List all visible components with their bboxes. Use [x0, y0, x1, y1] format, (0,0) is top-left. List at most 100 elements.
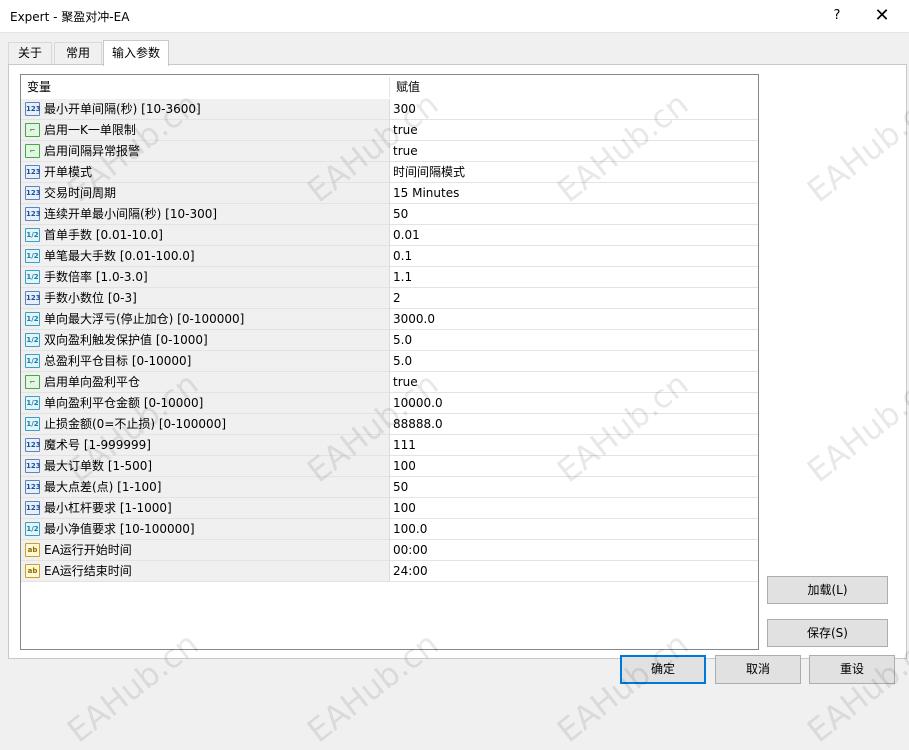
tab-inputs[interactable]: 输入参数 [103, 40, 169, 66]
close-icon[interactable]: ✕ [864, 0, 900, 32]
param-row[interactable]: 1/2 手数倍率 [1.0-3.0] 1.1 [21, 267, 758, 288]
param-row[interactable]: ⌐ 启用一K一单限制 true [21, 120, 758, 141]
param-row[interactable]: 123 最大订单数 [1-500] 100 [21, 456, 758, 477]
param-name: 单向最大浮亏(停止加仓) [0-100000] [44, 312, 245, 326]
param-value[interactable]: 50 [390, 477, 758, 498]
param-value[interactable]: 00:00 [390, 540, 758, 561]
double-type-icon: 1/2 [25, 354, 40, 368]
param-name-cell[interactable]: 123 最小杠杆要求 [1-1000] [21, 498, 390, 519]
param-name-cell[interactable]: 123 开单模式 [21, 162, 390, 183]
param-name: 最小净值要求 [10-100000] [44, 522, 195, 536]
param-name: 连续开单最小间隔(秒) [10-300] [44, 207, 218, 221]
param-row[interactable]: 123 开单模式 时间间隔模式 [21, 162, 758, 183]
param-value[interactable]: true [390, 372, 758, 393]
param-value[interactable]: 100 [390, 456, 758, 477]
param-value[interactable]: 2 [390, 288, 758, 309]
param-value[interactable]: 300 [390, 99, 758, 120]
param-row[interactable]: 123 最大点差(点) [1-100] 50 [21, 477, 758, 498]
parameters-grid[interactable]: 变量 赋值 123 最小开单间隔(秒) [10-3600] 300 ⌐ 启用一K一单限制… [20, 74, 759, 650]
cancel-button[interactable]: 取消 [715, 655, 801, 684]
param-row[interactable]: ab EA运行结束时间 24:00 [21, 561, 758, 582]
param-name-cell[interactable]: 1/2 总盈利平仓目标 [0-10000] [21, 351, 390, 372]
int-type-icon: 123 [25, 207, 41, 221]
param-name-cell[interactable]: 123 交易时间周期 [21, 183, 390, 204]
int-type-icon: 123 [25, 291, 41, 305]
param-row[interactable]: 123 魔术号 [1-999999] 111 [21, 435, 758, 456]
param-value[interactable]: 24:00 [390, 561, 758, 582]
int-type-icon: 123 [25, 102, 41, 116]
string-type-icon: ab [25, 543, 40, 557]
param-name-cell[interactable]: ⌐ 启用间隔异常报警 [21, 141, 390, 162]
param-row[interactable]: ⌐ 启用单向盈利平仓 true [21, 372, 758, 393]
reset-button[interactable]: 重设 [809, 655, 895, 684]
param-row[interactable]: 123 交易时间周期 15 Minutes [21, 183, 758, 204]
param-row[interactable]: 123 最小开单间隔(秒) [10-3600] 300 [21, 99, 758, 120]
param-name-cell[interactable]: 1/2 首单手数 [0.01-10.0] [21, 225, 390, 246]
param-row[interactable]: 1/2 首单手数 [0.01-10.0] 0.01 [21, 225, 758, 246]
param-name-cell[interactable]: 1/2 双向盈利触发保护值 [0-1000] [21, 330, 390, 351]
window-title: Expert - 聚盈对冲-EA [10, 10, 130, 24]
column-header-variable[interactable]: 变量 [21, 75, 387, 99]
param-value[interactable]: 3000.0 [390, 309, 758, 330]
param-name: 最小开单间隔(秒) [10-3600] [44, 102, 201, 116]
param-row[interactable]: ab EA运行开始时间 00:00 [21, 540, 758, 561]
param-row[interactable]: 1/2 最小净值要求 [10-100000] 100.0 [21, 519, 758, 540]
param-name-cell[interactable]: ⌐ 启用一K一单限制 [21, 120, 390, 141]
param-row[interactable]: 1/2 单向盈利平仓金额 [0-10000] 10000.0 [21, 393, 758, 414]
param-name-cell[interactable]: 1/2 手数倍率 [1.0-3.0] [21, 267, 390, 288]
param-name-cell[interactable]: 1/2 单向盈利平仓金额 [0-10000] [21, 393, 390, 414]
param-name-cell[interactable]: ab EA运行结束时间 [21, 561, 390, 582]
help-icon[interactable]: ? [822, 0, 852, 32]
param-row[interactable]: 1/2 单笔最大手数 [0.01-100.0] 0.1 [21, 246, 758, 267]
param-name-cell[interactable]: ⌐ 启用单向盈利平仓 [21, 372, 390, 393]
param-value[interactable]: 0.01 [390, 225, 758, 246]
param-name-cell[interactable]: 123 最大点差(点) [1-100] [21, 477, 390, 498]
param-value[interactable]: 1.1 [390, 267, 758, 288]
param-value[interactable]: 50 [390, 204, 758, 225]
param-value[interactable]: 0.1 [390, 246, 758, 267]
param-value[interactable]: 100 [390, 498, 758, 519]
param-name-cell[interactable]: 1/2 最小净值要求 [10-100000] [21, 519, 390, 540]
param-value[interactable]: 15 Minutes [390, 183, 758, 204]
tab-common[interactable]: 常用 [54, 42, 102, 64]
load-button[interactable]: 加载(L) [767, 576, 888, 604]
bool-type-icon: ⌐ [25, 375, 40, 389]
param-name-cell[interactable]: 1/2 止损金额(0=不止损) [0-100000] [21, 414, 390, 435]
save-button[interactable]: 保存(S) [767, 619, 888, 647]
param-row[interactable]: 123 最小杠杆要求 [1-1000] 100 [21, 498, 758, 519]
param-row[interactable]: 123 手数小数位 [0-3] 2 [21, 288, 758, 309]
param-row[interactable]: 1/2 总盈利平仓目标 [0-10000] 5.0 [21, 351, 758, 372]
param-value[interactable]: 5.0 [390, 351, 758, 372]
bool-type-icon: ⌐ [25, 144, 40, 158]
tab-about[interactable]: 关于 [8, 42, 52, 64]
int-type-icon: 123 [25, 501, 41, 515]
param-value[interactable]: 时间间隔模式 [390, 162, 758, 183]
param-name-cell[interactable]: 1/2 单向最大浮亏(停止加仓) [0-100000] [21, 309, 390, 330]
param-row[interactable]: 1/2 止损金额(0=不止损) [0-100000] 88888.0 [21, 414, 758, 435]
double-type-icon: 1/2 [25, 312, 40, 326]
int-type-icon: 123 [25, 480, 41, 494]
param-name-cell[interactable]: 123 最大订单数 [1-500] [21, 456, 390, 477]
param-value[interactable]: 88888.0 [390, 414, 758, 435]
param-name-cell[interactable]: 123 连续开单最小间隔(秒) [10-300] [21, 204, 390, 225]
param-row[interactable]: 1/2 双向盈利触发保护值 [0-1000] 5.0 [21, 330, 758, 351]
param-value[interactable]: 100.0 [390, 519, 758, 540]
param-value[interactable]: 111 [390, 435, 758, 456]
param-value[interactable]: 10000.0 [390, 393, 758, 414]
param-name-cell[interactable]: 123 魔术号 [1-999999] [21, 435, 390, 456]
param-name-cell[interactable]: 123 最小开单间隔(秒) [10-3600] [21, 99, 390, 120]
param-row[interactable]: 123 连续开单最小间隔(秒) [10-300] 50 [21, 204, 758, 225]
param-name: EA运行开始时间 [44, 543, 132, 557]
param-value[interactable]: 5.0 [390, 330, 758, 351]
column-header-value[interactable]: 赋值 [390, 75, 756, 99]
param-name: EA运行结束时间 [44, 564, 132, 578]
param-name-cell[interactable]: ab EA运行开始时间 [21, 540, 390, 561]
param-value[interactable]: true [390, 141, 758, 162]
param-row[interactable]: ⌐ 启用间隔异常报警 true [21, 141, 758, 162]
param-name-cell[interactable]: 1/2 单笔最大手数 [0.01-100.0] [21, 246, 390, 267]
ok-button[interactable]: 确定 [620, 655, 706, 684]
param-row[interactable]: 1/2 单向最大浮亏(停止加仓) [0-100000] 3000.0 [21, 309, 758, 330]
param-value[interactable]: true [390, 120, 758, 141]
param-name-cell[interactable]: 123 手数小数位 [0-3] [21, 288, 390, 309]
title-bar: Expert - 聚盈对冲-EA ? ✕ [0, 0, 909, 33]
